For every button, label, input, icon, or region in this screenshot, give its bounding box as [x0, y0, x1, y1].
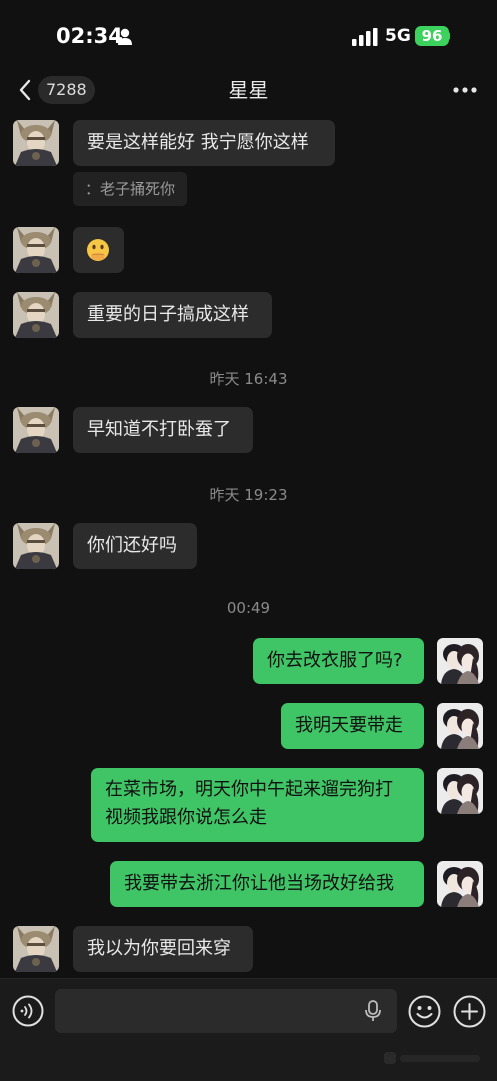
plus-icon[interactable] — [453, 995, 486, 1028]
battery-icon — [447, 32, 450, 40]
chat-header: 7288 星星 — [0, 68, 497, 112]
contact-avatar[interactable] — [13, 926, 59, 972]
incoming-emoji-bubble[interactable] — [73, 227, 124, 273]
hand-over-mouth-emoji-icon — [87, 239, 109, 261]
outgoing-message-bubble[interactable]: 我要带去浙江你让他当场改好给我 — [110, 861, 424, 907]
incoming-message-bubble[interactable]: 要是这样能好 我宁愿你这样 — [73, 120, 335, 166]
user-avatar[interactable] — [437, 638, 483, 684]
microphone-icon[interactable] — [362, 999, 384, 1023]
incoming-message-bubble[interactable]: 早知道不打卧蚕了 — [73, 407, 253, 453]
timestamp: 昨天 19:23 — [209, 486, 288, 504]
message-input[interactable] — [55, 989, 397, 1033]
message-list[interactable]: 要是这样能好 我宁愿你这样 ：老子捅死你 重要的日子搞成这样 昨天 16:43 … — [0, 112, 497, 978]
contact-avatar[interactable] — [13, 292, 59, 338]
more-options-icon[interactable] — [448, 76, 482, 104]
outgoing-message-bubble[interactable]: 在菜市场，明天你中午起来遛完狗打视频我跟你说怎么走 — [91, 768, 424, 842]
battery-level: 96 — [415, 26, 449, 46]
input-bar — [0, 978, 497, 1081]
quoted-message[interactable]: ：老子捅死你 — [73, 172, 188, 206]
outgoing-message-bubble[interactable]: 你去改衣服了吗? — [253, 638, 424, 684]
status-bar: 02:34 5G 96 — [0, 0, 497, 68]
contact-avatar[interactable] — [13, 227, 59, 273]
chat-title: 星星 — [228, 78, 269, 102]
person-icon — [118, 28, 132, 45]
contact-avatar[interactable] — [13, 523, 59, 569]
incoming-message-bubble[interactable]: 重要的日子搞成这样 — [73, 292, 272, 338]
user-avatar[interactable] — [437, 703, 483, 749]
signal-bars-icon — [352, 28, 378, 46]
outgoing-message-bubble[interactable]: 我明天要带走 — [281, 703, 424, 749]
timestamp: 00:49 — [226, 599, 271, 617]
network-type: 5G — [385, 26, 411, 46]
contact-avatar[interactable] — [13, 120, 59, 166]
timestamp: 昨天 16:43 — [209, 370, 288, 388]
user-avatar[interactable] — [437, 768, 483, 814]
status-time: 02:34 — [56, 24, 123, 48]
incoming-message-bubble[interactable]: 我以为你要回来穿 — [73, 926, 253, 972]
watermark-logo — [384, 1052, 480, 1064]
voice-input-icon[interactable] — [12, 995, 44, 1027]
incoming-message-bubble[interactable]: 你们还好吗 — [73, 523, 197, 569]
contact-avatar[interactable] — [13, 407, 59, 453]
emoji-icon[interactable] — [408, 995, 441, 1028]
user-avatar[interactable] — [437, 861, 483, 907]
